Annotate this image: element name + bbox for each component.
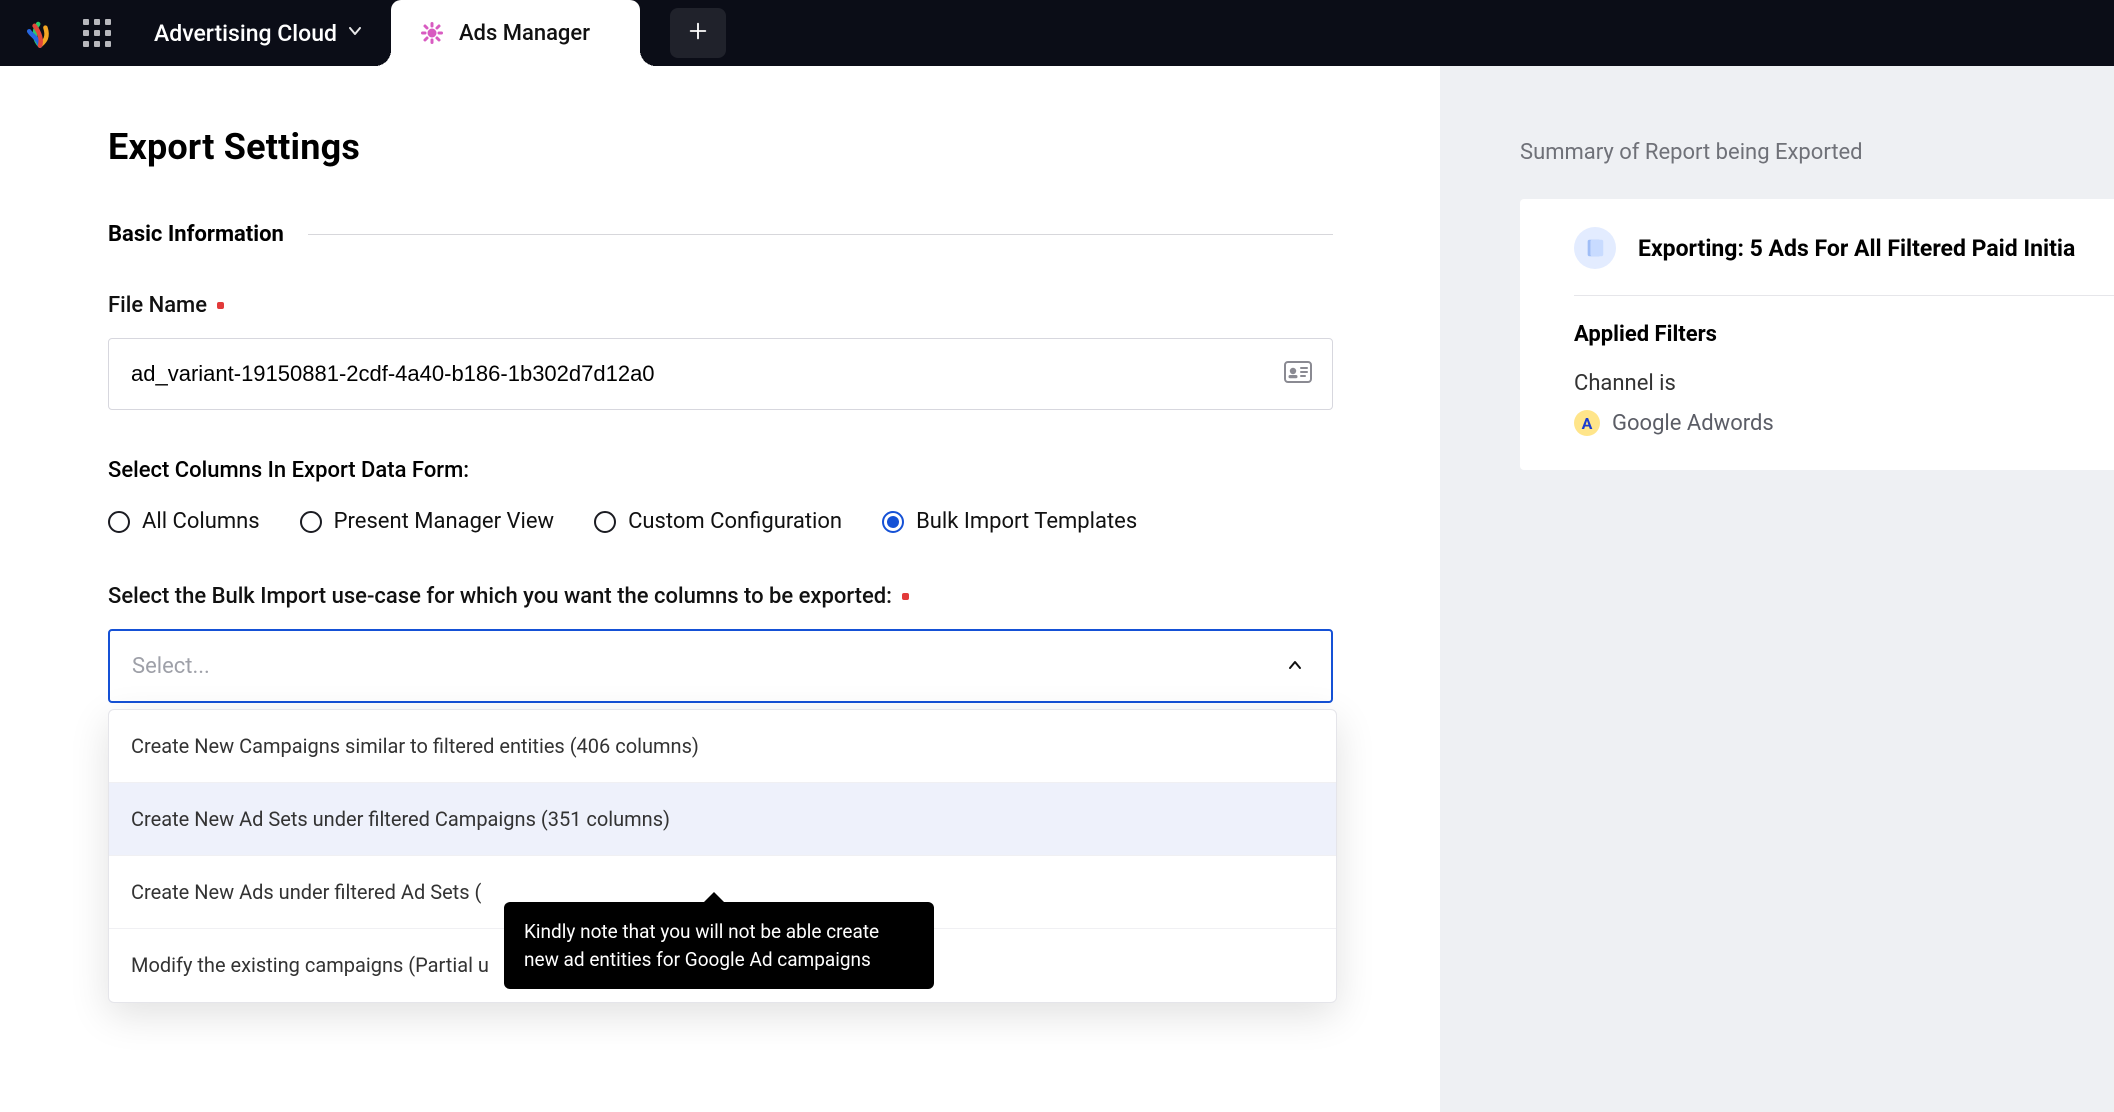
radio-all-columns-label: All Columns (142, 509, 260, 534)
section-divider (308, 234, 1333, 235)
file-name-label: File Name (108, 293, 1333, 318)
required-indicator-icon (217, 302, 224, 309)
cloud-switcher-label: Advertising Cloud (154, 20, 337, 47)
radio-present-view[interactable]: Present Manager View (300, 509, 554, 534)
radio-icon (300, 511, 322, 533)
page-title: Export Settings (108, 126, 1333, 168)
columns-radio-group: All Columns Present Manager View Custom … (108, 509, 1333, 534)
radio-custom-config[interactable]: Custom Configuration (594, 509, 842, 534)
tooltip-google-ad-warning: Kindly note that you will not be able cr… (504, 902, 934, 989)
new-tab-button[interactable] (670, 8, 726, 58)
applied-filters-label: Applied Filters (1574, 322, 2114, 347)
tab-label: Ads Manager (459, 21, 590, 46)
tab-ads-manager[interactable]: Ads Manager (391, 0, 640, 66)
file-name-input-wrap[interactable] (108, 338, 1333, 410)
radio-bulk-import[interactable]: Bulk Import Templates (882, 509, 1137, 534)
section-basic-info: Basic Information (108, 222, 1333, 247)
chevron-down-icon (347, 23, 363, 44)
columns-label: Select Columns In Export Data Form: (108, 458, 1333, 483)
radio-all-columns[interactable]: All Columns (108, 509, 260, 534)
radio-icon (882, 511, 904, 533)
radio-present-view-label: Present Manager View (334, 509, 554, 534)
summary-card: Exporting: 5 Ads For All Filtered Paid I… (1520, 199, 2114, 470)
app-switcher-icon[interactable] (80, 16, 114, 50)
summary-card-header: Exporting: 5 Ads For All Filtered Paid I… (1574, 227, 2114, 296)
usecase-label-text: Select the Bulk Import use-case for whic… (108, 584, 892, 609)
dropdown-option-create-campaigns[interactable]: Create New Campaigns similar to filtered… (109, 710, 1336, 783)
usecase-select-placeholder: Select... (132, 654, 210, 679)
radio-icon (108, 511, 130, 533)
google-adwords-icon: A (1574, 410, 1600, 436)
radio-icon (594, 511, 616, 533)
chevron-up-icon (1287, 654, 1303, 679)
main-column: Export Settings Basic Information File N… (0, 66, 1440, 1112)
topbar-left: Advertising Cloud (0, 0, 391, 66)
plus-icon (687, 20, 709, 46)
ads-manager-gear-icon (419, 20, 445, 46)
file-name-label-text: File Name (108, 293, 207, 318)
dropdown-option-create-adsets[interactable]: Create New Ad Sets under filtered Campai… (109, 783, 1336, 856)
summary-sidebar: Summary of Report being Exported Exporti… (1440, 66, 2114, 1112)
file-name-input[interactable] (131, 361, 1262, 387)
id-card-icon[interactable] (1284, 361, 1312, 387)
cloud-switcher[interactable]: Advertising Cloud (136, 20, 391, 47)
filter-channel-name: Google Adwords (1612, 411, 1774, 436)
top-bar: Advertising Cloud Ads (0, 0, 2114, 66)
page-body: Export Settings Basic Information File N… (0, 66, 2114, 1112)
document-icon (1574, 227, 1616, 269)
filter-channel-is: Channel is (1574, 371, 2114, 396)
usecase-select-wrap: Select... Create New Campaigns similar t… (108, 629, 1333, 703)
usecase-label: Select the Bulk Import use-case for whic… (108, 584, 1333, 609)
section-basic-info-label: Basic Information (108, 222, 284, 247)
summary-title: Summary of Report being Exported (1520, 140, 2114, 165)
usecase-select[interactable]: Select... (108, 629, 1333, 703)
filter-channel-value: A Google Adwords (1574, 410, 2114, 436)
brand-logo-icon[interactable] (22, 15, 58, 51)
required-indicator-icon (902, 593, 909, 600)
radio-custom-config-label: Custom Configuration (628, 509, 842, 534)
summary-card-title: Exporting: 5 Ads For All Filtered Paid I… (1638, 235, 2075, 262)
tooltip-text: Kindly note that you will not be able cr… (524, 920, 879, 971)
radio-bulk-import-label: Bulk Import Templates (916, 509, 1137, 534)
